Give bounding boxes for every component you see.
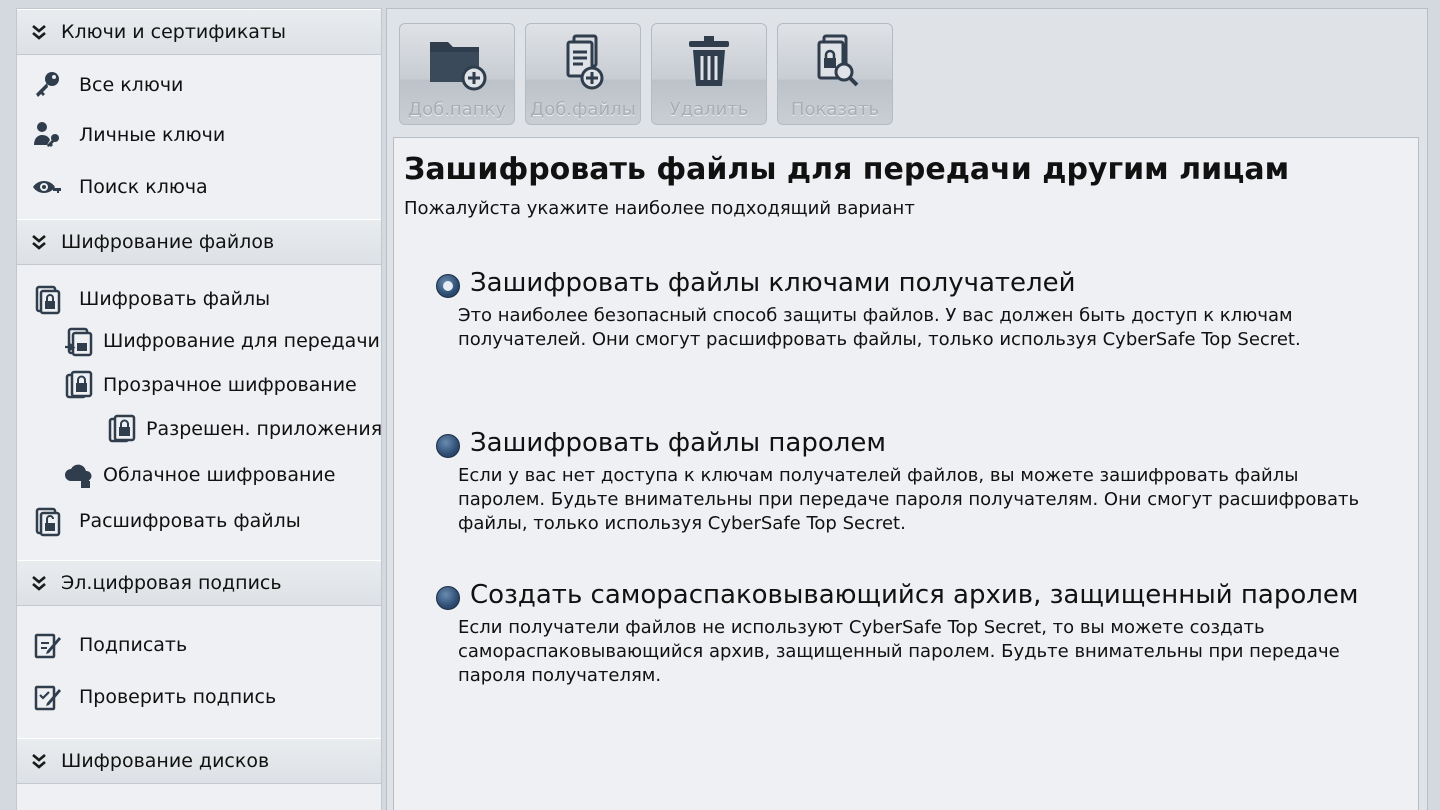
double-chevron-down-icon bbox=[17, 23, 61, 41]
add-folder-label: Доб.папку bbox=[408, 99, 506, 120]
sidebar-item-label: Личные ключи bbox=[79, 124, 226, 146]
folder-add-icon bbox=[400, 32, 514, 92]
sign-document-icon bbox=[29, 629, 65, 661]
sidebar-item-label: Расшифровать файлы bbox=[79, 510, 301, 532]
delete-label: Удалить bbox=[669, 99, 749, 120]
lock-file-arrow-icon bbox=[61, 325, 97, 357]
sidebar-item-label: Облачное шифрование bbox=[103, 464, 336, 486]
sidebar-item-allowed-apps[interactable]: Разрешен. приложения bbox=[104, 411, 382, 447]
add-files-label: Доб.файлы bbox=[530, 99, 636, 120]
sidebar-item-cloud-encryption[interactable]: Облачное шифрование bbox=[61, 457, 335, 493]
show-label: Показать bbox=[790, 99, 880, 120]
sidebar-item-encrypt-transfer[interactable]: Шифрование для передачи bbox=[61, 323, 380, 359]
section-header-digital-signature[interactable]: Эл.цифровая подпись bbox=[17, 560, 381, 606]
sidebar-item-all-keys[interactable]: Все ключи bbox=[29, 67, 183, 103]
sidebar-item-key-search[interactable]: Поиск ключа bbox=[29, 169, 208, 205]
verify-signature-icon bbox=[29, 681, 65, 713]
sidebar-item-label: Шифрование для передачи bbox=[103, 330, 380, 352]
trash-icon bbox=[652, 32, 766, 92]
sidebar-item-label: Шифровать файлы bbox=[79, 288, 271, 310]
section-header-file-encryption[interactable]: Шифрование файлов bbox=[17, 219, 381, 265]
section-header-label: Эл.цифровая подпись bbox=[61, 572, 282, 594]
sidebar-item-label: Все ключи bbox=[79, 74, 184, 96]
radio-button[interactable] bbox=[436, 586, 460, 610]
user-key-icon bbox=[29, 119, 65, 151]
radio-button[interactable] bbox=[436, 434, 460, 458]
sidebar-item-label: Проверить подпись bbox=[79, 686, 277, 708]
section-header-keys[interactable]: Ключи и сертификаты bbox=[17, 9, 381, 55]
sidebar-item-sign[interactable]: Подписать bbox=[29, 627, 187, 663]
sidebar-item-verify-signature[interactable]: Проверить подпись bbox=[29, 679, 276, 715]
content-area: Зашифровать файлы для передачи другим ли… bbox=[393, 137, 1419, 810]
section-header-label: Шифрование файлов bbox=[61, 231, 275, 253]
main-panel: Доб.папку Доб.файлы Удалить Показать Заш… bbox=[386, 8, 1428, 810]
option-label[interactable]: Зашифровать файлы ключами получателей bbox=[470, 268, 1076, 298]
sidebar: Ключи и сертификаты Все ключи Личные клю… bbox=[16, 8, 382, 810]
lock-file-icon bbox=[104, 413, 140, 445]
lock-file-icon bbox=[29, 283, 65, 315]
show-button[interactable]: Показать bbox=[777, 23, 893, 125]
sidebar-item-decrypt-files[interactable]: Расшифровать файлы bbox=[29, 503, 301, 539]
radio-button-selected[interactable] bbox=[436, 274, 460, 298]
search-lock-icon bbox=[778, 32, 892, 92]
option-label[interactable]: Создать самораспаковывающийся архив, защ… bbox=[470, 580, 1359, 610]
section-header-label: Шифрование дисков bbox=[61, 750, 270, 772]
key-icon bbox=[29, 69, 65, 101]
add-folder-button[interactable]: Доб.папку bbox=[399, 23, 515, 125]
sidebar-item-encrypt-files[interactable]: Шифровать файлы bbox=[29, 281, 270, 317]
option-description: Если у вас нет доступа к ключам получате… bbox=[458, 465, 1360, 534]
sidebar-item-label: Разрешен. приложения bbox=[146, 418, 383, 440]
delete-button[interactable]: Удалить bbox=[651, 23, 767, 125]
section-header-label: Ключи и сертификаты bbox=[61, 21, 287, 43]
double-chevron-down-icon bbox=[17, 574, 61, 592]
double-chevron-down-icon bbox=[17, 233, 61, 251]
cloud-lock-icon bbox=[61, 459, 97, 491]
sidebar-item-label: Подписать bbox=[79, 634, 188, 656]
files-add-icon bbox=[526, 32, 640, 92]
toolbar: Доб.папку Доб.файлы Удалить Показать bbox=[399, 23, 893, 125]
option-label[interactable]: Зашифровать файлы паролем bbox=[470, 428, 886, 458]
add-files-button[interactable]: Доб.файлы bbox=[525, 23, 641, 125]
sidebar-item-personal-keys[interactable]: Личные ключи bbox=[29, 117, 225, 153]
sidebar-item-label: Поиск ключа bbox=[79, 176, 208, 198]
option-description: Это наиболее безопасный способ защиты фа… bbox=[458, 305, 1301, 350]
sidebar-item-transparent-encryption[interactable]: Прозрачное шифрование bbox=[61, 367, 357, 403]
sidebar-item-label: Прозрачное шифрование bbox=[103, 374, 357, 396]
double-chevron-down-icon bbox=[17, 752, 61, 770]
unlock-file-icon bbox=[29, 505, 65, 537]
eye-key-icon bbox=[29, 171, 65, 203]
lock-file-icon bbox=[61, 369, 97, 401]
option-description: Если получатели файлов не используют Cyb… bbox=[458, 617, 1340, 686]
page-subtitle: Пожалуйста укажите наиболее подходящий в… bbox=[404, 198, 915, 219]
section-header-disk-encryption[interactable]: Шифрование дисков bbox=[17, 738, 381, 784]
page-title: Зашифровать файлы для передачи другим ли… bbox=[404, 152, 1290, 187]
